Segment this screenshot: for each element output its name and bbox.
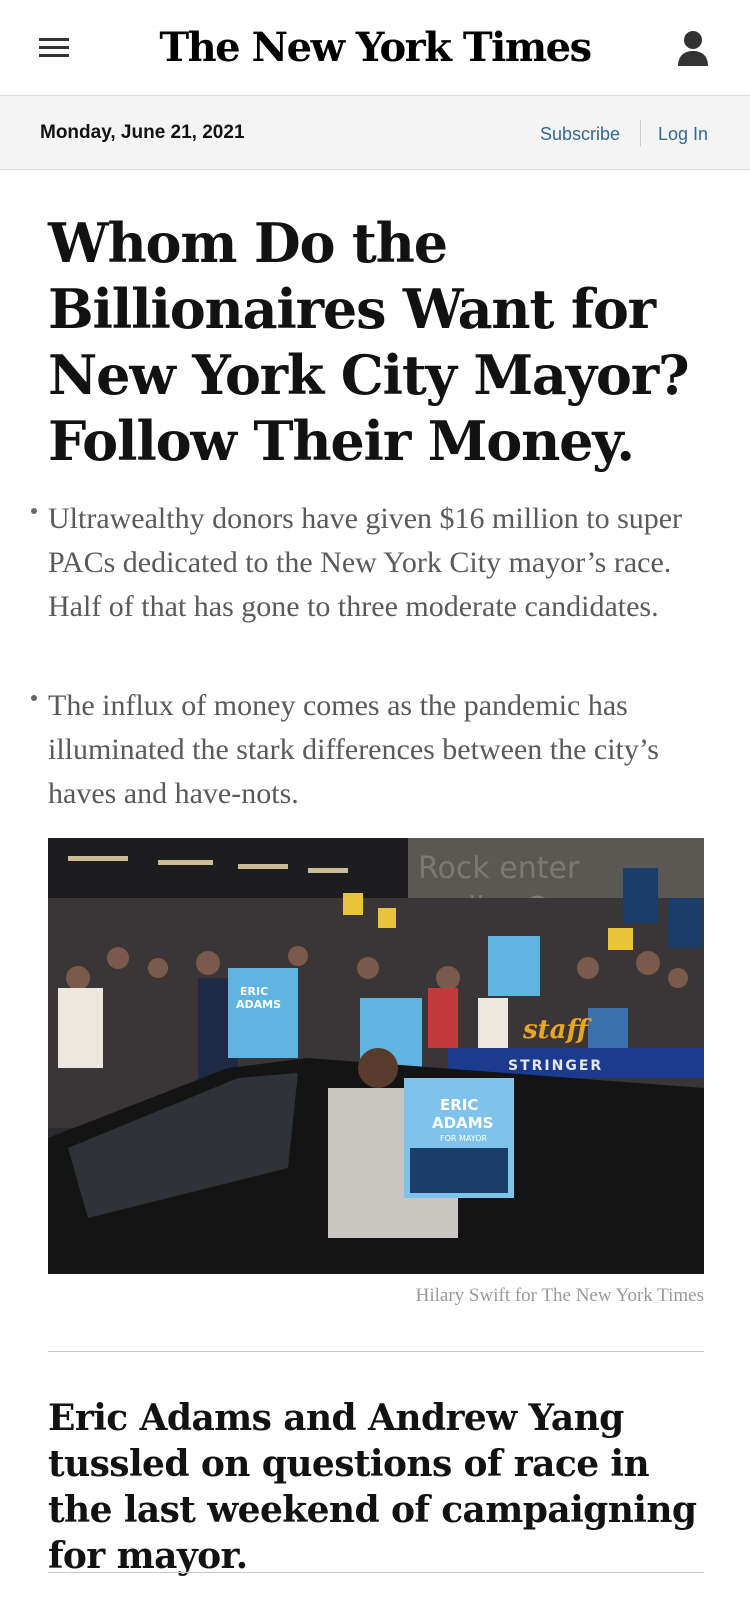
current-date: Monday, June 21, 2021 — [40, 122, 245, 143]
second-story-headline[interactable]: Eric Adams and Andrew Yang tussled on qu… — [48, 1395, 712, 1579]
section-divider — [48, 1351, 704, 1352]
car-sign-for-mayor: FOR MAYOR — [440, 1134, 488, 1143]
login-link[interactable]: Log In — [658, 124, 708, 145]
nyt-logo[interactable]: The New York Times — [0, 22, 750, 74]
summary-bullet — [31, 508, 37, 514]
svg-text:staff: staff — [522, 1015, 592, 1045]
summary-bullet — [31, 695, 37, 701]
date-bar: Monday, June 21, 2021 Subscribe Log In — [0, 96, 750, 170]
lead-story-summary-item: The influx of money comes as the pandemi… — [48, 689, 659, 810]
subscribe-link[interactable]: Subscribe — [540, 124, 620, 145]
link-divider — [640, 120, 641, 146]
sign-stringer: STRINGER — [508, 1058, 603, 1074]
section-divider — [48, 1572, 704, 1573]
top-navigation-bar: The New York Times — [0, 0, 750, 96]
user-account-icon[interactable] — [676, 30, 710, 68]
sign-eric: ERIC — [240, 985, 268, 998]
car-sign-eric: ERIC — [440, 1096, 478, 1114]
lead-story-photo[interactable]: Rock enter ller C ERIC ADAMS — [48, 838, 704, 1274]
svg-text:Rock enter: Rock enter — [418, 851, 580, 886]
lead-story-summary-item: Ultrawealthy donors have given $16 milli… — [48, 502, 683, 623]
lead-story-headline[interactable]: Whom Do the Billionaires Want for New Yo… — [48, 210, 708, 474]
car-sign-adams: ADAMS — [432, 1114, 493, 1132]
photo-credit: Hilary Swift for The New York Times — [415, 1285, 704, 1306]
sign-adams: ADAMS — [236, 998, 281, 1011]
